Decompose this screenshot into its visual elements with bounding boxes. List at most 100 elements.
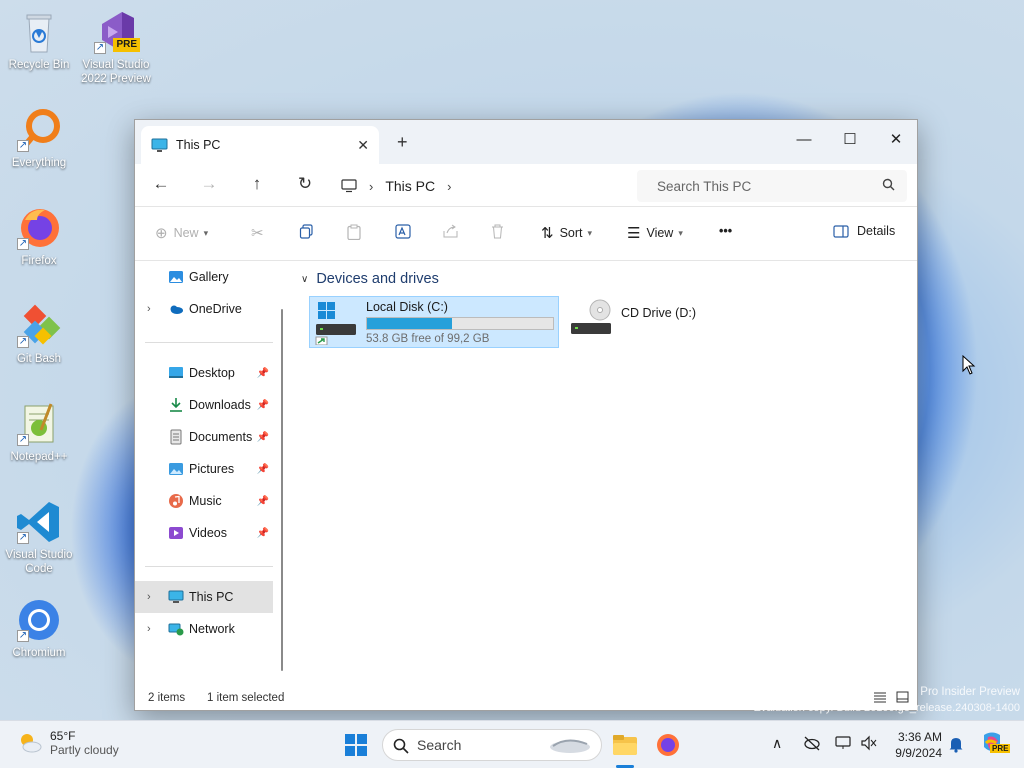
view-button[interactable]: ☰ View ▾ xyxy=(627,224,683,242)
shortcut-arrow-icon: ↗ xyxy=(17,238,29,250)
start-button-icon[interactable] xyxy=(340,729,372,761)
chevron-right-icon[interactable]: › xyxy=(147,303,151,315)
close-tab-icon[interactable]: ✕ xyxy=(357,137,369,154)
forward-button[interactable]: → xyxy=(197,174,221,194)
content-pane: ∨ Devices and drives Local Disk (C:) 53.… xyxy=(293,261,917,686)
chevron-down-icon[interactable]: ∨ xyxy=(301,274,308,285)
chevron-right-icon[interactable]: › xyxy=(147,591,151,603)
paste-button[interactable] xyxy=(347,224,361,240)
gallery-icon xyxy=(169,271,183,283)
maximize-button[interactable]: ☐ xyxy=(827,126,873,154)
taskbar: 65°F Partly cloudy Search ∧ 3:36 AM 9/9/… xyxy=(0,720,1024,768)
desktop-icon-firefox[interactable]: ↗ Firefox xyxy=(1,204,77,268)
delete-button[interactable] xyxy=(491,224,504,239)
details-pane-icon xyxy=(833,224,849,238)
weather-widget[interactable]: 65°F Partly cloudy xyxy=(16,729,119,757)
cloud-icon xyxy=(170,305,183,314)
pin-icon: 📌 xyxy=(256,495,269,507)
git-bash-icon: ↗ xyxy=(15,302,63,350)
desktop-icon-notepad-plus-plus[interactable]: ↗ Notepad++ xyxy=(1,400,77,464)
shortcut-arrow-icon: ↗ xyxy=(17,532,29,544)
copilot-icon[interactable]: PRE xyxy=(978,729,1011,761)
nav-label: This PC xyxy=(189,590,234,604)
more-options-button[interactable]: ••• xyxy=(719,224,732,238)
desktop-icon-label: Recycle Bin xyxy=(8,59,70,71)
shortcut-arrow-icon: ↗ xyxy=(94,42,106,54)
desktop-icon-label: Notepad++ xyxy=(10,451,68,463)
up-button[interactable]: ↑ xyxy=(245,174,269,194)
nav-item-music[interactable]: Music 📌 xyxy=(135,485,273,517)
monitor-icon xyxy=(168,590,184,603)
nav-item-this-pc[interactable]: › This PC xyxy=(135,581,273,613)
pin-icon: 📌 xyxy=(256,367,269,379)
file-explorer-taskbar-icon[interactable] xyxy=(609,729,641,761)
new-tab-button[interactable]: + xyxy=(397,132,408,153)
nav-label: Downloads xyxy=(189,398,251,412)
nav-item-pictures[interactable]: Pictures 📌 xyxy=(135,453,273,485)
tab-this-pc[interactable]: This PC ✕ xyxy=(141,126,379,164)
display-icon[interactable] xyxy=(835,735,852,751)
desktop-icon-everything[interactable]: ↗ Everything xyxy=(1,106,77,170)
visual-studio-icon: PRE ↗ xyxy=(92,8,140,56)
notepad-plus-plus-icon: ↗ xyxy=(15,400,63,448)
desktop-folder-icon xyxy=(169,367,183,378)
desktop-icon-vscode[interactable]: ↗ Visual Studio Code xyxy=(1,498,77,576)
everything-search-icon: ↗ xyxy=(15,106,63,154)
details-button[interactable]: Details xyxy=(833,224,895,238)
monitor-outline-icon xyxy=(341,179,357,193)
view-label: View xyxy=(646,226,674,240)
nav-item-documents[interactable]: Documents 📌 xyxy=(135,421,273,453)
cut-button[interactable]: ✂ xyxy=(251,224,270,242)
nav-label: Videos xyxy=(189,526,227,540)
desktop-icon-recycle-bin[interactable]: Recycle Bin xyxy=(1,8,77,72)
pin-icon: 📌 xyxy=(256,463,269,475)
group-title: Devices and drives xyxy=(316,271,439,287)
tab-title: This PC xyxy=(176,138,221,152)
copy-icon xyxy=(299,224,313,239)
pin-icon: 📌 xyxy=(256,399,269,411)
volume-muted-icon[interactable] xyxy=(860,735,878,751)
rename-button[interactable] xyxy=(395,224,411,239)
breadcrumb[interactable]: › This PC › xyxy=(341,172,463,200)
copy-button[interactable] xyxy=(299,224,314,239)
close-window-button[interactable]: ✕ xyxy=(873,126,919,154)
document-icon xyxy=(170,429,182,445)
command-bar: ⊕ New ▾ ✂ ⇅ Sort ▾ ☰ View ▾ ••• Details xyxy=(135,207,917,261)
drive-cd-d[interactable]: CD Drive (D:) xyxy=(565,296,715,348)
nav-item-desktop[interactable]: Desktop 📌 xyxy=(135,357,273,389)
new-button[interactable]: ⊕ New ▾ xyxy=(155,224,208,242)
drive-name: Local Disk (C:) xyxy=(366,300,448,314)
nav-item-network[interactable]: › Network xyxy=(135,613,273,645)
share-button[interactable] xyxy=(443,224,458,238)
chevron-right-icon[interactable]: › xyxy=(147,623,151,635)
taskbar-search-box[interactable]: Search xyxy=(382,729,602,761)
nav-item-downloads[interactable]: Downloads 📌 xyxy=(135,389,273,421)
back-button[interactable]: ← xyxy=(149,174,173,194)
drive-local-disk-c[interactable]: Local Disk (C:) 53.8 GB free of 99,2 GB xyxy=(309,296,559,348)
sort-button[interactable]: ⇅ Sort ▾ xyxy=(541,224,592,242)
firefox-taskbar-icon[interactable] xyxy=(652,729,684,761)
nav-item-onedrive[interactable]: › OneDrive xyxy=(135,293,273,325)
shortcut-arrow-icon: ↗ xyxy=(17,630,29,642)
notification-bell-icon[interactable] xyxy=(948,736,964,753)
search-box[interactable]: Search This PC xyxy=(637,170,907,202)
breadcrumb-separator[interactable]: › xyxy=(369,179,373,194)
shortcut-arrow-icon: ↗ xyxy=(17,434,29,446)
search-placeholder: Search This PC xyxy=(657,178,752,194)
system-clock[interactable]: 3:36 AM 9/9/2024 xyxy=(888,729,942,761)
nav-scrollbar[interactable] xyxy=(281,309,283,671)
devices-drives-header[interactable]: ∨ Devices and drives xyxy=(301,271,439,287)
desktop-icon-chromium[interactable]: ↗ Chromium xyxy=(1,596,77,660)
desktop-icon-git-bash[interactable]: ↗ Git Bash xyxy=(1,302,77,366)
desktop-icon-visual-studio-preview[interactable]: PRE ↗ Visual Studio 2022 Preview xyxy=(78,8,154,86)
chevron-up-icon[interactable]: ∧ xyxy=(772,735,782,752)
music-icon xyxy=(169,494,183,508)
refresh-button[interactable]: ↻ xyxy=(293,174,317,194)
breadcrumb-item-this-pc[interactable]: This PC xyxy=(385,178,435,194)
minimize-button[interactable]: — xyxy=(781,126,827,154)
breadcrumb-separator[interactable]: › xyxy=(447,179,451,194)
nav-item-gallery[interactable]: Gallery xyxy=(135,261,273,293)
nav-label: Gallery xyxy=(189,270,229,284)
network-disconnected-icon[interactable] xyxy=(803,735,821,751)
nav-item-videos[interactable]: Videos 📌 xyxy=(135,517,273,549)
